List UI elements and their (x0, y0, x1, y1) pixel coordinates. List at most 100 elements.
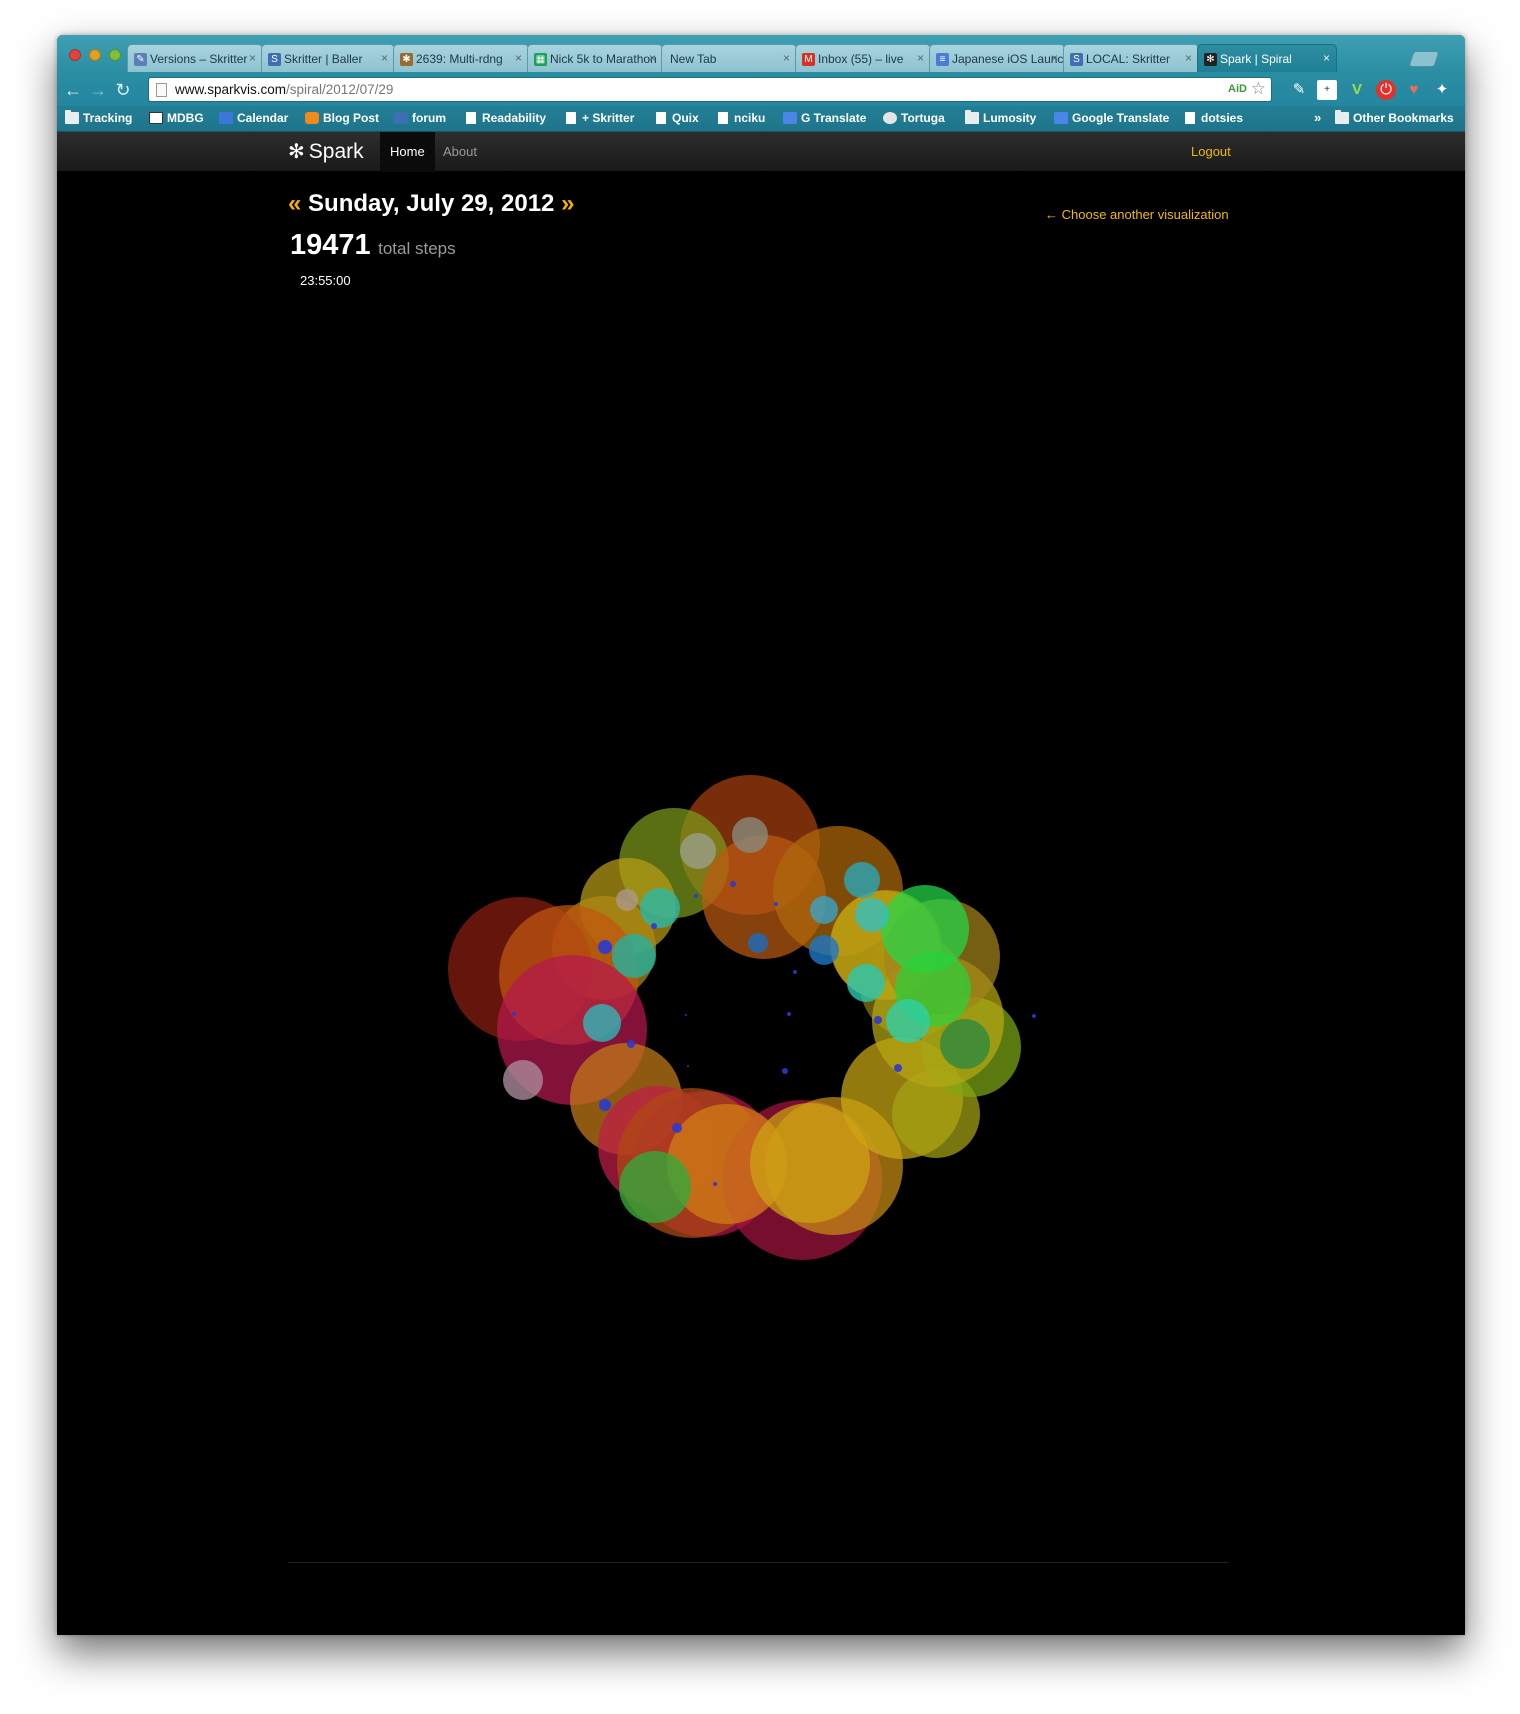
tab-inbox[interactable]: M Inbox (55) – live × (795, 44, 931, 72)
spiral-dot (787, 1012, 791, 1016)
heart-extension-icon[interactable]: ♥ (1404, 80, 1424, 100)
page-icon (156, 83, 167, 97)
bookmark-label: nciku (734, 111, 766, 125)
bookmark-readability[interactable]: Readability (464, 111, 546, 125)
tab-multi-rdng[interactable]: ✱ 2639: Multi-rdng × (393, 44, 529, 72)
spiral-bubble (619, 1151, 691, 1223)
calendar-icon (219, 112, 233, 124)
doc-icon (718, 112, 728, 124)
spiral-bubble (503, 1060, 543, 1100)
translate-icon (1054, 112, 1068, 124)
tab-local-skritter[interactable]: S LOCAL: Skritter × (1063, 44, 1199, 72)
bookmark-lumosity[interactable]: Lumosity (965, 110, 1037, 125)
aid-extension-icon[interactable]: AiD (1228, 83, 1247, 95)
bookmark-label: Google Translate (1072, 111, 1170, 125)
spiral-dot (599, 1099, 611, 1111)
spiral-dot (793, 970, 797, 974)
docs-icon: ≡ (936, 53, 949, 66)
bookmark-quix[interactable]: Quix (654, 111, 699, 125)
minimize-window-button[interactable] (89, 49, 101, 61)
close-icon[interactable]: × (917, 51, 924, 65)
bookmarks-bar: Tracking MDBG Calendar Blog Post forum R… (57, 106, 1465, 132)
tab-label: Versions – Skritter (150, 52, 248, 66)
doc-icon (466, 112, 476, 124)
bookmark-blog-post[interactable]: Blog Post (305, 111, 379, 125)
new-tab-button[interactable] (1408, 51, 1440, 67)
bookmark-label: Lumosity (983, 111, 1037, 125)
tab-versions[interactable]: ✎ Versions – Skritter × (127, 44, 263, 72)
back-icon[interactable]: ← (62, 79, 84, 101)
spiral-dot (627, 1040, 635, 1048)
tab-japanese-ios[interactable]: ≡ Japanese iOS Launch × (929, 44, 1065, 72)
bookmark-forum[interactable]: forum (394, 111, 446, 125)
close-icon[interactable]: × (1051, 51, 1058, 65)
spiral-dot (685, 1014, 687, 1016)
bookmark-tracking[interactable]: Tracking (65, 110, 132, 125)
footer-divider (288, 1562, 1229, 1563)
tab-label: Nick 5k to Marathon (550, 52, 657, 66)
close-icon[interactable]: × (1185, 51, 1192, 65)
address-bar[interactable]: www.sparkvis.com/spiral/2012/07/29 AiD ☆ (148, 77, 1272, 102)
spiral-dot (874, 1016, 882, 1024)
reload-icon[interactable]: ↻ (112, 79, 134, 101)
bookmark-plus-skritter[interactable]: + Skritter (564, 111, 634, 125)
spiral-dot (1032, 1014, 1036, 1018)
doc-icon (656, 112, 666, 124)
close-icon[interactable]: × (381, 51, 388, 65)
spreadsheet-icon: ▦ (534, 53, 547, 66)
spiral-dot (713, 1182, 717, 1186)
bookmark-mdbg[interactable]: MDBG (149, 111, 204, 125)
bookmark-nciku[interactable]: nciku (716, 111, 765, 125)
spiral-dot (687, 1065, 689, 1067)
tab-new-tab[interactable]: New Tab × (661, 44, 797, 72)
tab-skritter-baller[interactable]: S Skritter | Baller × (261, 44, 395, 72)
folder-icon (65, 110, 79, 124)
tab-label: Japanese iOS Launch (952, 52, 1065, 66)
doc-icon (566, 112, 576, 124)
spiral-dot (598, 940, 612, 954)
spiral-dot (782, 1068, 788, 1074)
spiral-bubble (612, 934, 656, 978)
forward-icon[interactable]: → (87, 79, 109, 101)
bookmark-label: Quix (672, 111, 699, 125)
zoom-window-button[interactable] (109, 49, 121, 61)
spiral-dot (694, 894, 698, 898)
tab-label: Skritter | Baller (284, 52, 363, 66)
bookmark-other[interactable]: Other Bookmarks (1335, 110, 1454, 125)
bookmark-label: Blog Post (323, 111, 379, 125)
bookmark-label: + Skritter (582, 111, 635, 125)
tab-spark-spiral[interactable]: ✻ Spark | Spiral × (1197, 44, 1337, 72)
close-icon[interactable]: × (783, 51, 790, 65)
bookmark-tortuga[interactable]: Tortuga (883, 111, 945, 125)
tortuga-icon (883, 112, 897, 124)
bookmark-star-icon[interactable]: ☆ (1251, 79, 1266, 99)
versions-icon: ✎ (134, 53, 147, 66)
close-icon[interactable]: × (515, 51, 522, 65)
translate-icon (783, 112, 797, 124)
bookmark-dotsies[interactable]: dotsies (1183, 111, 1243, 125)
bookmark-label: Tortuga (901, 111, 945, 125)
close-icon[interactable]: × (249, 51, 256, 65)
v-extension-icon[interactable]: V (1347, 80, 1367, 100)
browser-window: ✎ Versions – Skritter × S Skritter | Bal… (57, 35, 1465, 1635)
bookmark-g-translate[interactable]: G Translate (783, 111, 866, 125)
close-icon[interactable]: × (649, 51, 656, 65)
close-window-button[interactable] (69, 49, 81, 61)
url-host: www.sparkvis.com (175, 82, 287, 97)
spiral-bubble (748, 933, 768, 953)
tab-nick-5k[interactable]: ▦ Nick 5k to Marathon × (527, 44, 663, 72)
bookmark-google-translate[interactable]: Google Translate (1054, 111, 1169, 125)
pen-extension-icon[interactable]: ✎ (1289, 80, 1309, 100)
wrench-icon[interactable]: ✦ (1432, 80, 1452, 100)
tab-label: 2639: Multi-rdng (416, 52, 503, 66)
spiral-bubble (809, 935, 839, 965)
spiral-bubble (583, 1004, 621, 1042)
bookmark-calendar[interactable]: Calendar (219, 111, 288, 125)
spiral-bubble (616, 889, 638, 911)
bookmarks-overflow-button[interactable]: » (1314, 110, 1321, 125)
power-extension-icon[interactable]: ⏻ (1376, 80, 1396, 100)
plus-extension-icon[interactable]: + (1317, 80, 1337, 100)
close-icon[interactable]: × (1323, 51, 1330, 65)
spiral-dot (774, 902, 778, 906)
spiral-dot (672, 1123, 682, 1133)
